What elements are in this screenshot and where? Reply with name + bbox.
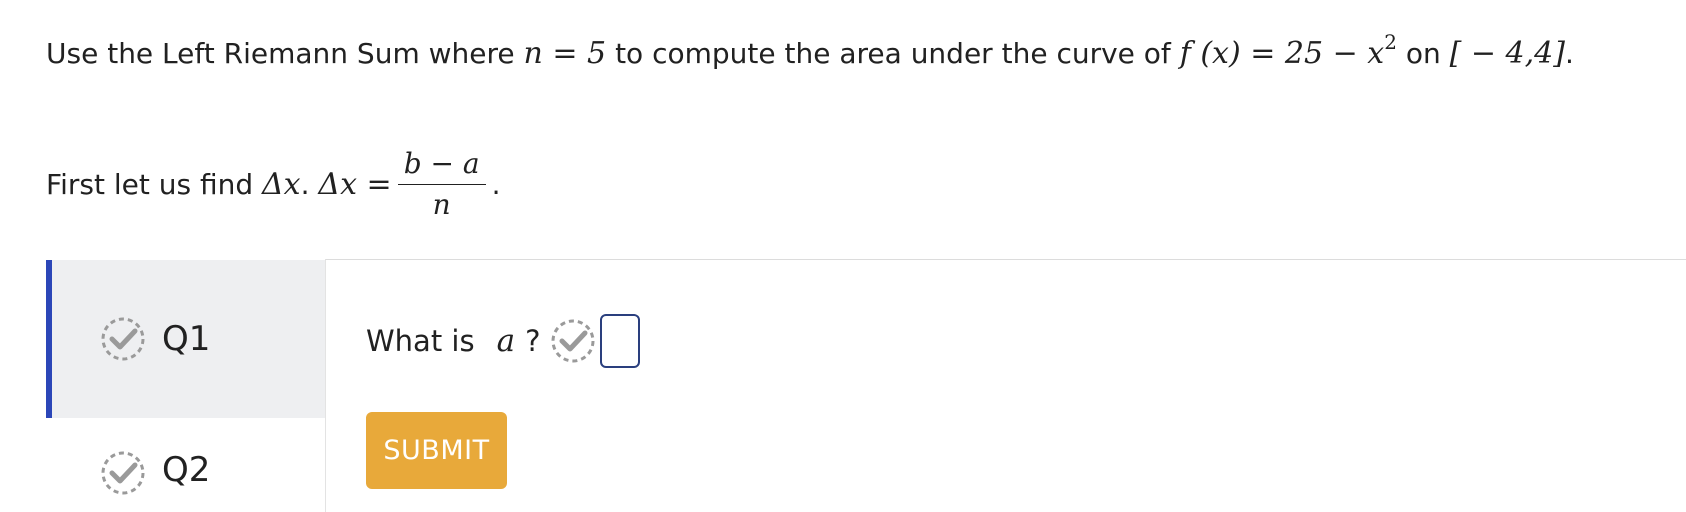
question-tab-q1[interactable]: Q1 (46, 260, 325, 418)
delta-x: Δx (262, 166, 301, 202)
question-tab-label: Q2 (162, 450, 211, 490)
step-separator: . (300, 167, 310, 201)
question-tab-q2[interactable]: Q2 (46, 418, 325, 512)
question-content-panel: What is a ? SUBMIT (325, 259, 1686, 512)
step-statement: First let us find Δx . Δx = b − a n . (46, 150, 500, 219)
dashed-check-icon (100, 450, 146, 496)
submit-button[interactable]: SUBMIT (366, 412, 507, 489)
question-mark: ? (525, 324, 541, 358)
n-expression: n = 5 (523, 36, 607, 71)
fraction-denominator: n (432, 188, 451, 221)
delta-x-lhs: Δx = (318, 166, 392, 202)
question-tab-label: Q1 (162, 319, 211, 359)
question-prompt: What is a ? (366, 314, 641, 368)
interval-expression: [ − 4,4] (1449, 36, 1565, 71)
function-exponent: 2 (1384, 30, 1397, 54)
question-variable: a (496, 323, 516, 359)
problem-mid: to compute the area under the curve of (615, 37, 1171, 70)
dashed-check-icon (550, 318, 596, 364)
step-prefix: First let us find (46, 167, 254, 201)
problem-statement: Use the Left Riemann Sum where n = 5 to … (46, 30, 1574, 78)
function-body: f (x) = 25 − x (1179, 36, 1385, 71)
delta-x-fraction: b − a n (397, 150, 486, 221)
problem-on: on (1405, 37, 1441, 70)
dashed-check-icon (100, 316, 146, 362)
question-sidebar: Q1 Q2 (46, 260, 325, 512)
problem-end: . (1564, 37, 1574, 70)
question-prefix: What is (366, 324, 475, 358)
fraction-numerator: b − a (397, 150, 486, 185)
problem-prefix: Use the Left Riemann Sum where (46, 37, 515, 70)
step-end: . (491, 167, 501, 201)
answer-input[interactable] (600, 314, 641, 368)
function-expression: f (x) = 25 − x2 (1179, 32, 1397, 71)
